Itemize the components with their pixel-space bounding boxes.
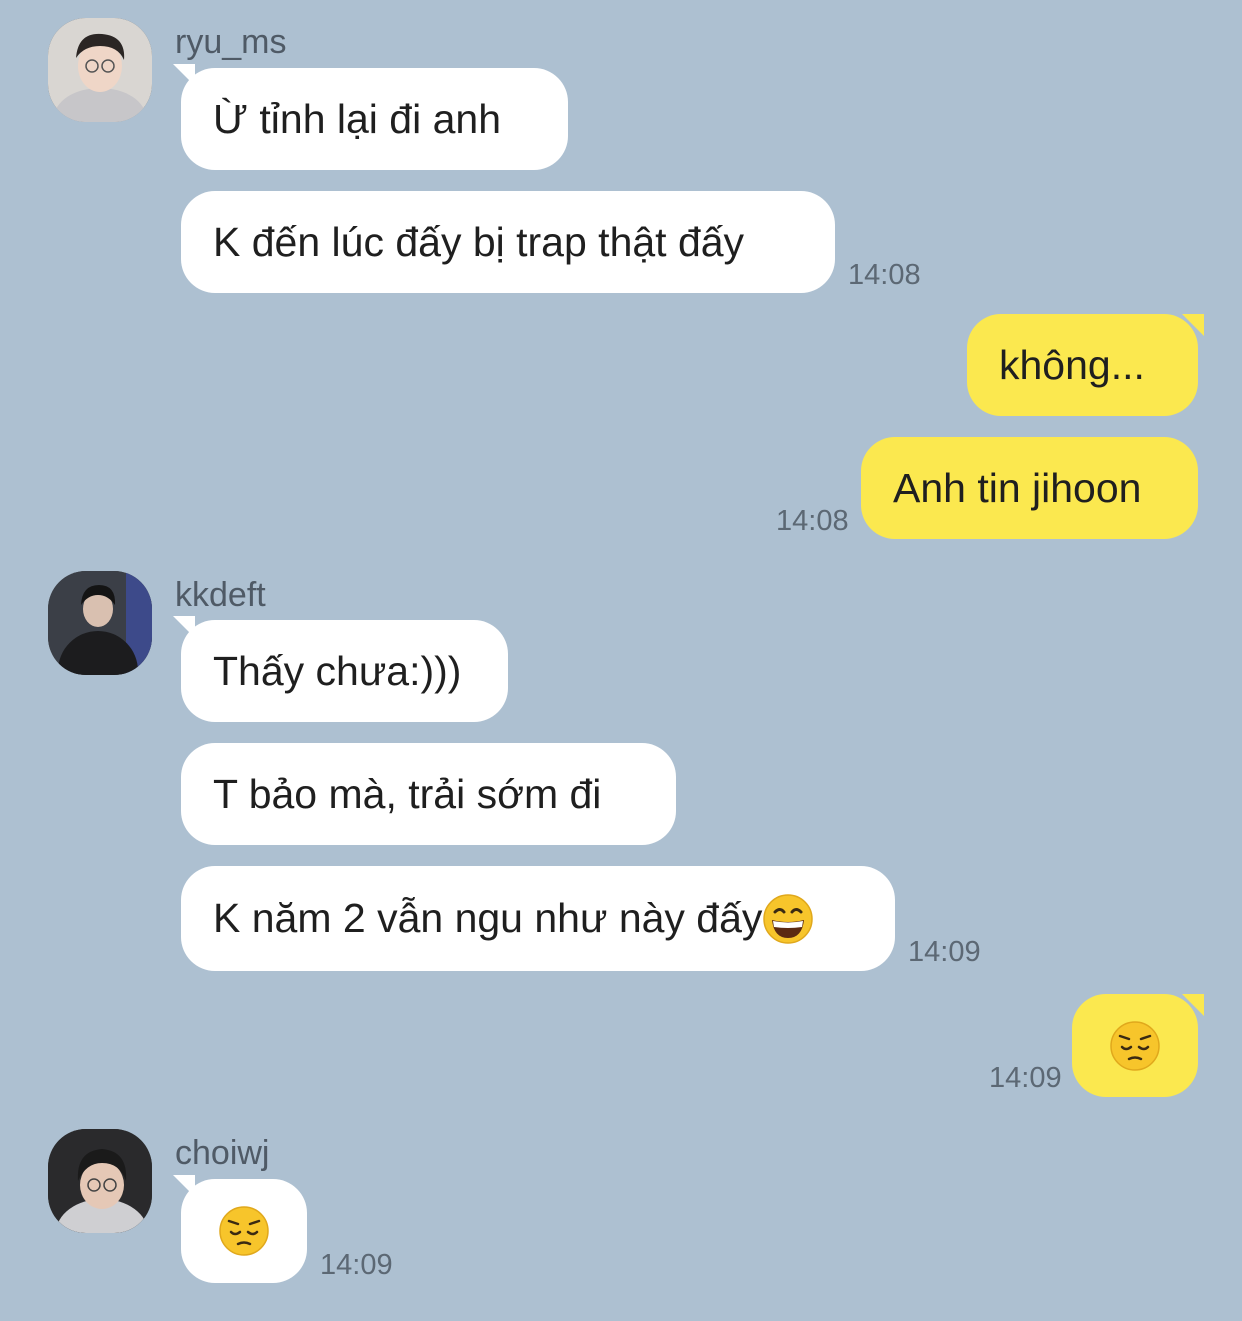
bubble-tail [173,616,195,638]
sender-name: choiwj [175,1134,270,1172]
avatar-choiwj[interactable] [48,1129,152,1233]
bubble-tail [173,1175,195,1197]
message-bubble[interactable]: không... [967,314,1204,416]
message-bubble[interactable] [1072,994,1204,1097]
message-text: K năm 2 vẫn ngu như này đấy [213,895,763,941]
avatar-photo-ryu-ms [48,18,152,122]
message-bubble[interactable]: K năm 2 vẫn ngu như này đấy [181,866,895,971]
bubble-tail [1182,314,1204,336]
pensive-face-emoji [1110,1020,1160,1071]
message-timestamp: 14:08 [848,259,921,291]
message-timestamp: 14:09 [908,936,981,968]
avatar-ryu-ms[interactable] [48,18,152,122]
message-text: Anh tin jihoon [893,464,1142,511]
message-bubble[interactable] [173,1175,307,1283]
pensive-face-emoji [219,1206,269,1256]
message-bubble[interactable]: Ừ tỉnh lại đi anh [173,64,568,170]
message-text: không... [999,341,1145,388]
message-bubble[interactable]: T bảo mà, trải sớm đi [181,743,676,845]
grinning-face-emoji [763,893,814,944]
message-bubble[interactable]: Thấy chưa:))) [173,616,508,722]
message-text: K đến lúc đấy bị trap thật đấy [213,218,745,265]
message-text: T bảo mà, trải sớm đi [213,770,602,817]
avatar-photo-choiwj [48,1129,152,1233]
bubble-tail [173,64,195,86]
message-bubble[interactable]: Anh tin jihoon [861,437,1198,539]
sender-name: kkdeft [175,576,266,614]
message-timestamp: 14:09 [320,1249,393,1281]
message-text: Thấy chưa:))) [213,647,462,694]
avatar-photo-kkdeft [48,571,152,675]
message-timestamp: 14:08 [776,505,849,537]
message-text: Ừ tỉnh lại đi anh [213,95,502,142]
avatar-kkdeft[interactable] [48,571,152,675]
message-timestamp: 14:09 [989,1062,1062,1094]
sender-name: ryu_ms [175,23,287,61]
bubble-tail [1182,994,1204,1016]
message-bubble[interactable]: K đến lúc đấy bị trap thật đấy [181,191,835,293]
